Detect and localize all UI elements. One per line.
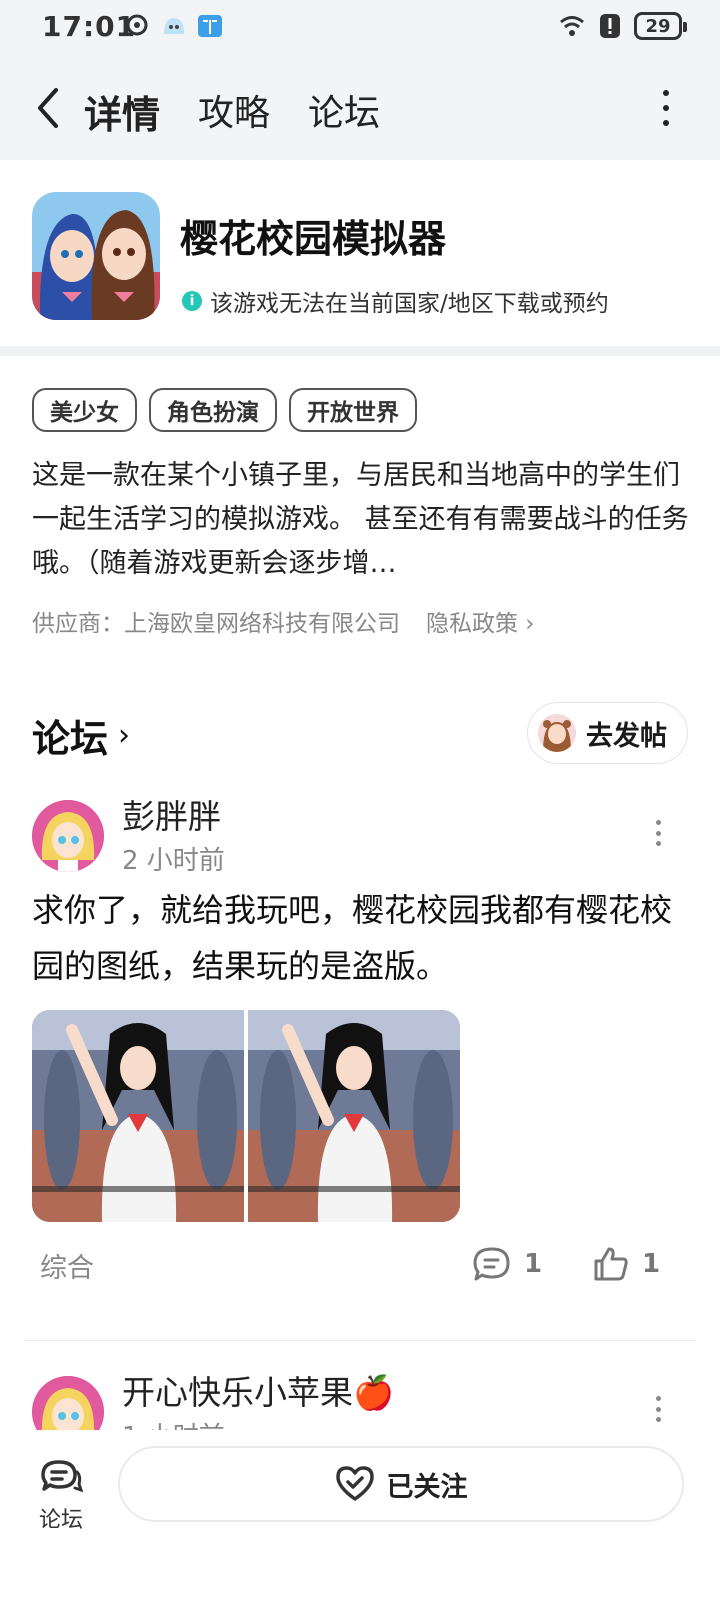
create-post-label: 去发帖 <box>586 720 667 752</box>
more-options-icon[interactable] <box>656 90 676 126</box>
author-avatar[interactable] <box>32 800 104 872</box>
tag-chip[interactable]: 美少女 <box>32 388 137 432</box>
book-icon <box>198 15 222 37</box>
supplier-row: 供应商：上海欧皇网络科技有限公司 隐私政策 › <box>32 604 535 638</box>
wifi-icon <box>560 16 584 36</box>
status-time: 17:01 <box>42 10 137 43</box>
tab-details[interactable]: 详情 <box>84 84 160 139</box>
post-images <box>32 1010 460 1222</box>
user-avatar-icon <box>538 714 576 752</box>
tag-chip[interactable]: 角色扮演 <box>149 388 277 432</box>
ghost-icon <box>164 18 184 34</box>
section-divider <box>0 346 720 356</box>
post-category[interactable]: 综合 <box>40 1246 94 1285</box>
forum-shortcut-label: 论坛 <box>38 1508 83 1533</box>
game-description[interactable]: 这是一款在某个小镇子里，与居民和当地高中的学生们一起生活学习的模拟游戏。 甚至还… <box>32 454 692 586</box>
status-bar: 17:01 29 <box>0 0 720 56</box>
info-icon: i <box>182 291 202 311</box>
post-content[interactable]: 求你了，就给我玩吧，樱花校园我都有樱花校园的图纸，结果玩的是盗版。 <box>32 882 692 994</box>
forum-section-header[interactable]: 论坛 › <box>32 708 130 763</box>
post-footer: 综合 1 1 <box>40 1246 680 1286</box>
tab-details-label: 详情 <box>84 93 161 137</box>
follow-button[interactable]: 已关注 <box>118 1446 684 1522</box>
post-image[interactable] <box>32 1010 244 1222</box>
like-button[interactable]: 1 <box>592 1246 660 1282</box>
post-time: 2 小时前 <box>122 846 225 876</box>
comment-icon <box>473 1247 510 1281</box>
post-image[interactable] <box>248 1010 460 1222</box>
alert-icon <box>600 14 620 38</box>
tab-guides[interactable]: 攻略 <box>198 84 270 136</box>
forum-shortcut[interactable]: 论坛 <box>36 1458 86 1534</box>
tag-chip[interactable]: 开放世界 <box>289 388 417 432</box>
thumbs-up-icon <box>594 1247 628 1281</box>
availability-notice: i 该游戏无法在当前国家/地区下载或预约 <box>182 284 609 318</box>
comment-button[interactable]: 1 <box>472 1246 542 1282</box>
app-title: 樱花校园模拟器 <box>180 217 447 261</box>
post-more-icon[interactable] <box>654 1396 662 1422</box>
top-nav: 详情 攻略 论坛 <box>0 56 720 160</box>
tag-list: 美少女 角色扮演 开放世界 <box>32 388 417 432</box>
forum-heading: 论坛 <box>32 717 109 761</box>
comment-count: 1 <box>524 1249 543 1279</box>
status-icons-right: 29 <box>558 12 687 40</box>
app-header: 樱花校园模拟器 i 该游戏无法在当前国家/地区下载或预约 <box>0 160 720 346</box>
back-arrow-icon[interactable] <box>30 84 66 132</box>
create-post-button[interactable]: 去发帖 <box>527 702 688 764</box>
like-count: 1 <box>642 1249 661 1279</box>
post-author[interactable]: 开心快乐小苹果🍎 <box>122 1366 394 1414</box>
app-icon <box>32 192 160 320</box>
post-author[interactable]: 彭胖胖 <box>122 790 221 838</box>
post-divider <box>24 1340 696 1341</box>
heart-check-icon <box>335 1466 374 1501</box>
availability-notice-text: 该游戏无法在当前国家/地区下载或预约 <box>210 291 609 317</box>
chevron-right-icon: › <box>118 718 131 753</box>
follow-button-label: 已关注 <box>386 1471 468 1503</box>
location-icon <box>126 14 148 36</box>
battery-indicator: 29 <box>634 12 687 40</box>
privacy-policy-link[interactable]: 隐私政策 › <box>426 604 535 638</box>
status-icons-left <box>124 12 224 40</box>
forum-post[interactable]: 彭胖胖 2 小时前 求你了，就给我玩吧，樱花校园我都有樱花校园的图纸，结果玩的是… <box>0 790 720 1346</box>
bottom-action-bar: 论坛 已关注 <box>0 1430 720 1600</box>
post-more-icon[interactable] <box>654 820 662 846</box>
tab-forum[interactable]: 论坛 <box>308 84 380 136</box>
forum-icon <box>41 1460 83 1493</box>
supplier-text: 供应商：上海欧皇网络科技有限公司 <box>32 611 400 637</box>
